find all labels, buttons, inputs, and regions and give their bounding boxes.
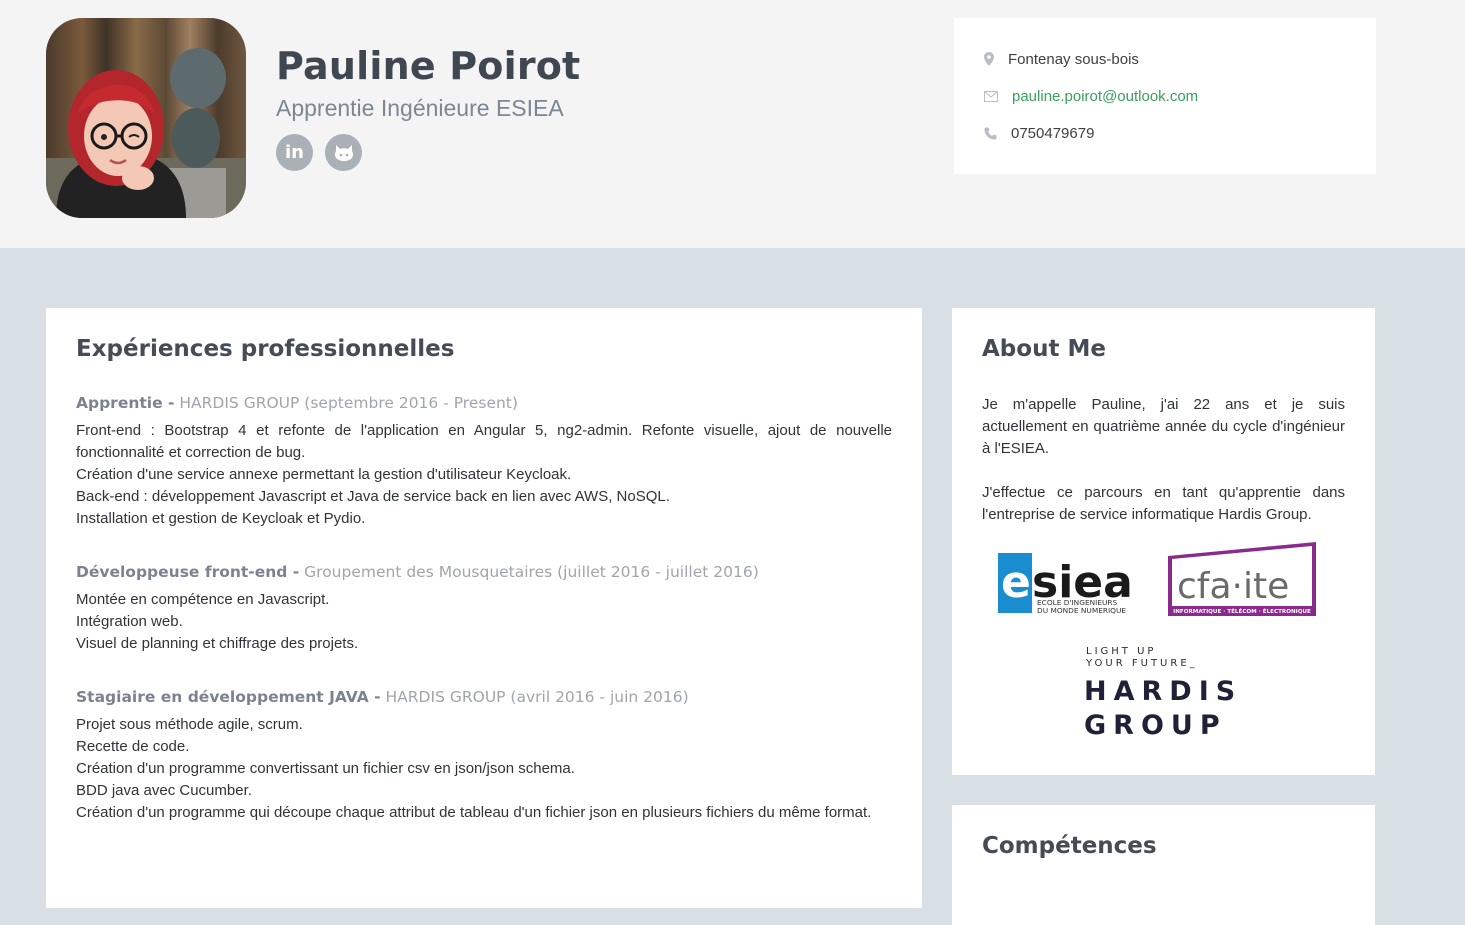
job-organization: HARDIS GROUP (avril 2016 - juin 2016) [385,688,689,706]
job-line: Front-end : Bootstrap 4 et refonte de l'… [76,422,892,461]
phone-text: 0750479679 [1011,124,1095,142]
github-button[interactable] [325,134,362,171]
phone-icon [984,127,1011,140]
job-entry: Apprentie - HARDIS GROUP (septembre 2016… [76,394,892,530]
map-marker-icon [984,52,1008,66]
cfa-ite-logo: cfa·ite INFORMATIQUE · TÉLÉCOM · ÉLECTRO… [1164,540,1320,620]
experience-title: Expériences professionnelles [76,336,455,362]
hardis-word: HARDIS [1084,676,1242,707]
job-line: Recette de code. [76,738,190,755]
cfa-ite-subtitle: INFORMATIQUE · TÉLÉCOM · ÉLECTRONIQUE [1173,607,1311,615]
job-role: Stagiaire en développement JAVA - [76,688,381,706]
hardis-tagline-1: LIGHT UP [1086,646,1156,657]
avatar [46,18,246,218]
job-organization: HARDIS GROUP (septembre 2016 - Present) [179,394,518,412]
location-text: Fontenay sous-bois [1008,50,1139,68]
envelope-icon [984,90,1012,102]
esiea-logo: e siea ECOLE D'INGENIEURS DU MONDE NUMER… [997,551,1149,615]
job-line: Création d'un programme qui découpe chaq… [76,804,872,821]
job-line: BDD java avec Cucumber. [76,782,252,799]
profile-header: Pauline Poirot Apprentie Ingénieure ESIE… [0,0,1465,248]
experience-section: Expériences professionnelles Apprentie -… [46,308,922,908]
job-role: Développeuse front-end - [76,563,300,581]
job-line: Création d'une service annexe permettant… [76,466,572,483]
contact-location: Fontenay sous-bois [984,48,1139,70]
profile-name: Pauline Poirot [276,44,581,88]
esiea-letter-e: e [1001,557,1031,608]
contact-email: pauline.poirot@outlook.com [984,85,1198,107]
job-line: Création d'un programme convertissant un… [76,760,575,777]
job-line: Projet sous méthode agile, scrum. [76,716,303,733]
job-line: Intégration web. [76,613,183,630]
group-word: GROUP [1084,710,1227,738]
job-description: Front-end : Bootstrap 4 et refonte de l'… [76,420,892,530]
job-line: Installation et gestion de Keycloak et P… [76,510,366,527]
email-link[interactable]: pauline.poirot@outlook.com [1012,88,1198,105]
linkedin-button[interactable]: in [276,134,313,171]
linkedin-icon: in [285,142,304,163]
job-heading: Développeuse front-end - Groupement des … [76,563,892,581]
github-icon [334,144,353,161]
skills-section: Compétences [952,805,1375,925]
job-line: Visuel de planning et chiffrage des proj… [76,635,359,652]
about-title: About Me [982,336,1106,362]
job-heading: Stagiaire en développement JAVA - HARDIS… [76,688,892,706]
job-entry: Stagiaire en développement JAVA - HARDIS… [76,688,892,824]
contact-card: Fontenay sous-bois pauline.poirot@outloo… [954,18,1376,174]
contact-phone: 0750479679 [984,122,1094,144]
job-heading: Apprentie - HARDIS GROUP (septembre 2016… [76,394,892,412]
about-paragraph: J'effectue ce parcours en tant qu'appren… [982,484,1345,523]
profile-tagline: Apprentie Ingénieure ESIEA [276,95,564,121]
hardis-group-logo: LIGHT UP YOUR FUTURE_ HARDIS GROUP [1084,642,1254,741]
about-paragraph: Je m'appelle Pauline, j'ai 22 ans et je … [982,396,1345,457]
job-line: Back-end : développement Javascript et J… [76,488,670,505]
cfa-ite-word: cfa·ite [1177,566,1289,607]
job-organization: Groupement des Mousquetaires (juillet 20… [304,563,759,581]
skills-title: Compétences [982,833,1157,859]
job-role: Apprentie - [76,394,175,412]
esiea-subtitle-2: DU MONDE NUMERIQUE [1037,606,1126,615]
job-description: Montée en compétence en Javascript. Inté… [76,589,892,655]
job-entry: Développeuse front-end - Groupement des … [76,563,892,655]
job-description: Projet sous méthode agile, scrum. Recett… [76,714,892,824]
about-section: About Me Je m'appelle Pauline, j'ai 22 a… [952,308,1375,775]
hardis-tagline-2: YOUR FUTURE_ [1085,658,1198,669]
job-line: Montée en compétence en Javascript. [76,591,330,608]
